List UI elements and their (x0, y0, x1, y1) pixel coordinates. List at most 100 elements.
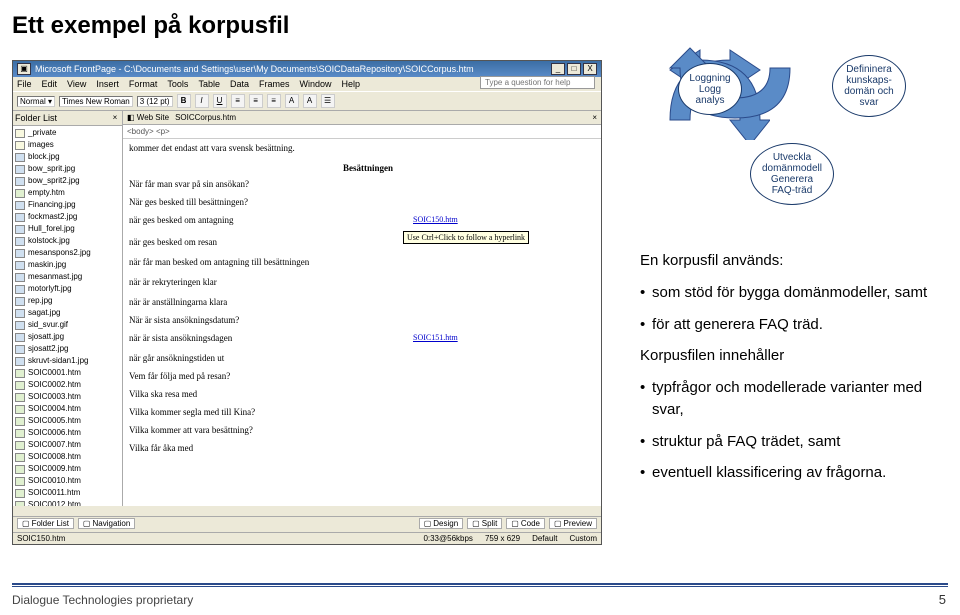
underline-button[interactable]: U (213, 94, 227, 108)
file-label: fockmast2.jpg (28, 211, 77, 223)
menu-file[interactable]: File (17, 79, 32, 89)
menu-table[interactable]: Table (198, 79, 220, 89)
folder-item[interactable]: empty.htm (14, 187, 121, 199)
html-icon (15, 489, 25, 498)
folder-item[interactable]: SOIC0002.htm (14, 379, 121, 391)
folder-item[interactable]: SOIC0012.htm (14, 499, 121, 506)
folder-item[interactable]: SOIC0008.htm (14, 451, 121, 463)
image-icon (15, 285, 25, 294)
folder-item[interactable]: SOIC0004.htm (14, 403, 121, 415)
folder-item[interactable]: mesanmast.jpg (14, 271, 121, 283)
doc-link[interactable]: SOIC151.htm (413, 333, 503, 342)
folder-close-icon[interactable]: × (110, 113, 120, 123)
tab-website[interactable]: ◧ Web Site (127, 113, 169, 122)
font-select[interactable]: Times New Roman (59, 96, 133, 107)
align-right-button[interactable]: ≡ (267, 94, 281, 108)
doc-line[interactable]: Vilka ska resa med (129, 389, 399, 399)
folder-item[interactable]: Hull_forel.jpg (14, 223, 121, 235)
folder-item[interactable]: sid_svur.gif (14, 319, 121, 331)
folder-item[interactable]: bow_sprit.jpg (14, 163, 121, 175)
view-code[interactable]: ▢ Code (506, 518, 545, 529)
folder-item[interactable]: block.jpg (14, 151, 121, 163)
doc-line[interactable]: kommer det endast att vara svensk besätt… (129, 143, 399, 153)
doc-line[interactable]: Vilka får åka med (129, 443, 399, 453)
view-split[interactable]: ▢ Split (467, 518, 502, 529)
menu-frames[interactable]: Frames (259, 79, 290, 89)
doc-line[interactable]: när får man besked om antagning till bes… (129, 257, 399, 267)
folder-item[interactable]: SOIC0005.htm (14, 415, 121, 427)
doc-line[interactable]: när är anställningarna klara (129, 297, 399, 307)
list-button[interactable]: ☰ (321, 94, 335, 108)
doc-line[interactable]: när är rekryteringen klar (129, 277, 399, 287)
folder-item[interactable]: SOIC0011.htm (14, 487, 121, 499)
doc-line[interactable]: när är sista ansökningsdagen (129, 333, 399, 343)
minimize-button[interactable]: _ (551, 63, 565, 75)
file-label: images (28, 139, 54, 151)
menu-data[interactable]: Data (230, 79, 249, 89)
doc-line[interactable]: Vilka kommer att vara besättning? (129, 425, 399, 435)
tab-folder-list[interactable]: ▢ Folder List (17, 518, 74, 529)
menu-window[interactable]: Window (299, 79, 331, 89)
tab-navigation[interactable]: ▢ Navigation (78, 518, 135, 529)
folder-item[interactable]: SOIC0003.htm (14, 391, 121, 403)
folder-item[interactable]: sagat.jpg (14, 307, 121, 319)
folder-item[interactable]: sjosatt2.jpg (14, 343, 121, 355)
doc-line[interactable]: När får man svar på sin ansökan? (129, 179, 399, 189)
doc-line[interactable]: Besättningen (129, 163, 601, 173)
folder-item[interactable]: skruvt-sidan1.jpg (14, 355, 121, 367)
align-left-button[interactable]: ≡ (231, 94, 245, 108)
folder-item[interactable]: rep.jpg (14, 295, 121, 307)
menu-format[interactable]: Format (129, 79, 158, 89)
maximize-button[interactable]: □ (567, 63, 581, 75)
font-grow-button[interactable]: A (285, 94, 299, 108)
folder-item[interactable]: _private (14, 127, 121, 139)
doc-line[interactable]: när går ansökningstiden ut (129, 353, 399, 363)
doc-line[interactable]: När är sista ansökningsdatum? (129, 315, 399, 325)
folder-item[interactable]: motorlyft.jpg (14, 283, 121, 295)
folder-item[interactable]: sjosatt.jpg (14, 331, 121, 343)
size-select[interactable]: 3 (12 pt) (137, 96, 173, 107)
doc-line[interactable]: Vilka kommer segla med till Kina? (129, 407, 399, 417)
file-label: Hull_forel.jpg (28, 223, 75, 235)
folder-item[interactable]: maskin.jpg (14, 259, 121, 271)
footer-rule (12, 583, 948, 587)
help-question-input[interactable] (480, 76, 595, 89)
menu-help[interactable]: Help (342, 79, 361, 89)
view-preview[interactable]: ▢ Preview (549, 518, 597, 529)
folder-item[interactable]: SOIC0007.htm (14, 439, 121, 451)
menu-tools[interactable]: Tools (167, 79, 188, 89)
doc-line[interactable]: när ges besked om resan (129, 237, 399, 247)
folder-item[interactable]: kolstock.jpg (14, 235, 121, 247)
doc-line[interactable]: När ges besked till besättningen? (129, 197, 399, 207)
font-shrink-button[interactable]: A (303, 94, 317, 108)
folder-item[interactable]: fockmast2.jpg (14, 211, 121, 223)
doc-line[interactable]: när ges besked om antagning (129, 215, 399, 225)
tab-file[interactable]: SOICCorpus.htm (175, 113, 236, 122)
folder-item[interactable]: SOIC0006.htm (14, 427, 121, 439)
document-area[interactable]: Use Ctrl+Click to follow a hyperlink kom… (123, 139, 601, 506)
file-label: _private (28, 127, 56, 139)
bold-button[interactable]: B (177, 94, 191, 108)
folder-item[interactable]: mesanspons2.jpg (14, 247, 121, 259)
image-icon (15, 177, 25, 186)
folder-list[interactable]: _privateimagesblock.jpgbow_sprit.jpgbow_… (13, 126, 122, 506)
view-design[interactable]: ▢ Design (419, 518, 463, 529)
folder-item[interactable]: bow_sprit2.jpg (14, 175, 121, 187)
menu-edit[interactable]: Edit (42, 79, 58, 89)
doc-link[interactable]: SOIC150.htm (413, 215, 503, 224)
folder-item[interactable]: SOIC0009.htm (14, 463, 121, 475)
menu-insert[interactable]: Insert (96, 79, 119, 89)
folder-item[interactable]: SOIC0001.htm (14, 367, 121, 379)
window-title: Microsoft FrontPage - C:\Documents and S… (35, 64, 474, 74)
menu-view[interactable]: View (67, 79, 86, 89)
italic-button[interactable]: I (195, 94, 209, 108)
tab-close-icon[interactable]: × (592, 113, 597, 122)
folder-item[interactable]: Financing.jpg (14, 199, 121, 211)
folder-icon (15, 129, 25, 138)
style-select[interactable]: Normal ▾ (17, 96, 55, 107)
align-center-button[interactable]: ≡ (249, 94, 263, 108)
close-button[interactable]: X (583, 63, 597, 75)
doc-line[interactable]: Vem får följa med på resan? (129, 371, 399, 381)
folder-item[interactable]: SOIC0010.htm (14, 475, 121, 487)
folder-item[interactable]: images (14, 139, 121, 151)
